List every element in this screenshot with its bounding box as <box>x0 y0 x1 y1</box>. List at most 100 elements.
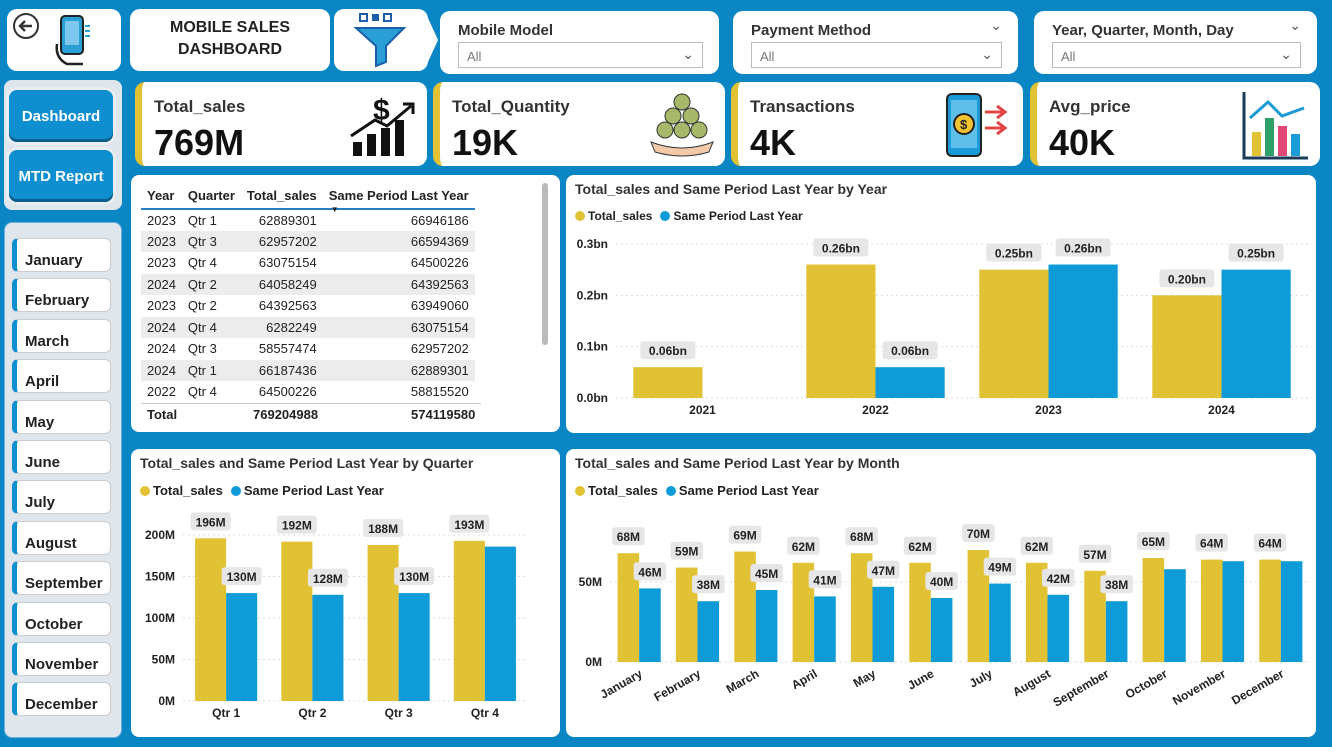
x-tick-label: Qtr 3 <box>385 706 413 720</box>
slicer-mobile-model[interactable]: Mobile Model All ⌄ <box>440 11 719 74</box>
y-tick-label: 50M <box>579 575 602 589</box>
x-tick-label: March <box>724 666 762 696</box>
data-label: 196M <box>196 515 226 529</box>
slicer-date-hierarchy[interactable]: Year, Quarter, Month, Day ⌄ All ⌄ <box>1034 11 1317 74</box>
data-label: 62M <box>908 540 931 554</box>
chevron-down-icon[interactable]: ⌄ <box>1289 17 1301 34</box>
chart-by-month-card: Total_sales and Same Period Last Year by… <box>566 449 1316 737</box>
cell-year: 2023 <box>141 230 182 252</box>
month-button-april[interactable]: April <box>12 359 111 394</box>
back-button-card[interactable] <box>7 9 121 71</box>
data-label: 0.06bn <box>891 344 929 358</box>
month-button-september[interactable]: September <box>12 561 111 596</box>
month-button-july[interactable]: July <box>12 480 111 515</box>
col-same-period-header[interactable]: Same Period Last Year ▼ <box>323 183 475 214</box>
table-row[interactable]: 2023 Qtr 3 62957202 66594369 <box>141 230 475 252</box>
total-sales-value: 769204988 <box>253 407 319 422</box>
month-button-march[interactable]: March <box>12 318 111 353</box>
cell-quarter: Qtr 3 <box>187 341 217 357</box>
data-label: 69M <box>733 529 756 543</box>
table-row[interactable]: 2023 Qtr 1 62889301 66946186 <box>141 209 475 231</box>
back-arrow-icon[interactable] <box>11 11 41 41</box>
bar-total-sales <box>806 264 876 398</box>
cell-quarter: Qtr 1 <box>181 359 241 381</box>
month-button-may[interactable]: May <box>12 399 111 434</box>
x-tick-label: July <box>967 666 995 690</box>
bar-same-period <box>1047 594 1070 662</box>
table-row[interactable]: 2024 Qtr 4 6282249 63075154 <box>141 316 475 338</box>
month-button-june[interactable]: June <box>12 440 111 474</box>
x-tick-label: 2021 <box>689 403 716 417</box>
mtd-report-button[interactable]: MTD Report <box>9 150 113 202</box>
x-tick-label: 2023 <box>1035 403 1062 417</box>
slicer-dropdown[interactable]: All ⌄ <box>458 42 703 68</box>
bar-total-sales <box>633 367 703 398</box>
dashboard-button[interactable]: Dashboard <box>9 90 113 142</box>
cell-quarter: Qtr 2 <box>187 298 217 314</box>
bar-same-period <box>872 586 895 662</box>
filter-arrow-icon <box>428 18 438 62</box>
data-label: 59M <box>675 545 698 559</box>
table-row[interactable]: 2024 Qtr 3 58557474 62957202 <box>141 338 475 360</box>
y-tick-label: 150M <box>145 570 175 584</box>
month-button-august[interactable]: August <box>12 520 111 555</box>
y-tick-label: 0M <box>585 655 602 669</box>
kpi-avg-price: Avg_price 40K <box>1030 82 1320 166</box>
chart-by-year-card: Total_sales and Same Period Last Year by… <box>566 175 1316 433</box>
slicer-dropdown[interactable]: All ⌄ <box>1052 42 1301 68</box>
table-scrollbar[interactable] <box>542 183 548 345</box>
cell-quarter: Qtr 3 <box>181 230 241 252</box>
cell-total-sales: 62889301 <box>258 212 317 228</box>
table-row[interactable]: 2023 Qtr 4 63075154 64500226 <box>141 252 475 274</box>
cell-total-sales: 6282249 <box>240 316 323 338</box>
col-quarter-header[interactable]: Quarter <box>182 183 241 209</box>
col-year-header[interactable]: Year <box>141 183 182 209</box>
data-label: 57M <box>1083 548 1106 562</box>
col-total-sales-header[interactable]: Total_sales <box>241 183 323 209</box>
month-button-january[interactable]: January <box>12 238 111 272</box>
bar-same-period <box>484 546 516 701</box>
x-tick-label: February <box>652 666 704 704</box>
x-tick-label: September <box>1051 666 1112 709</box>
month-button-november[interactable]: November <box>12 642 111 676</box>
coins-hand-icon <box>650 93 714 157</box>
chevron-down-icon: ⌄ <box>981 46 993 62</box>
sales-table: Year Quarter Total_sales Same Period Las… <box>141 183 475 403</box>
y-tick-label: 0.3bn <box>577 237 608 251</box>
cell-same-period: 63075154 <box>322 316 475 338</box>
table-header-row: Year Quarter Total_sales Same Period Las… <box>141 183 475 214</box>
slicer-payment-method[interactable]: Payment Method ⌄ All ⌄ <box>733 11 1018 74</box>
col-same-period-label: Same Period Last Year <box>328 188 469 203</box>
month-button-february[interactable]: February <box>12 278 111 313</box>
total-same-period-value: 574119580 <box>411 407 476 422</box>
cell-total-sales: 64058249 <box>240 273 323 295</box>
data-label: 0.20bn <box>1168 272 1206 286</box>
data-label: 40M <box>930 575 953 589</box>
cell-same-period: 62889301 <box>322 359 475 381</box>
data-label: 130M <box>227 570 257 584</box>
slicer-dropdown[interactable]: All ⌄ <box>751 42 1002 68</box>
table-total-row: Total 769204988 574119580 <box>141 403 481 422</box>
table-row[interactable]: 2024 Qtr 1 66187436 62889301 <box>141 359 475 381</box>
bar-same-period <box>312 594 344 701</box>
table-row[interactable]: 2022 Qtr 4 64500226 58815520 <box>141 381 475 403</box>
x-tick-label: December <box>1229 666 1287 707</box>
data-label: 70M <box>967 527 990 541</box>
cell-same-period: 64392563 <box>322 273 475 295</box>
data-label: 0.26bn <box>822 242 860 256</box>
month-button-october[interactable]: October <box>12 601 111 636</box>
x-tick-label: August <box>1010 666 1053 699</box>
month-button-december[interactable]: December <box>12 682 111 717</box>
cell-total-sales: 58557474 <box>258 341 317 357</box>
page-title-line1: MOBILE SALES <box>169 19 290 36</box>
chevron-down-icon[interactable]: ⌄ <box>990 17 1002 34</box>
filter-toggle-button[interactable] <box>334 9 428 71</box>
table-row[interactable]: 2023 Qtr 2 64392563 63949060 <box>141 295 475 317</box>
table-row[interactable]: 2024 Qtr 2 64058249 64392563 <box>141 273 475 295</box>
bar-same-period <box>1164 569 1186 662</box>
cell-total-sales: 66187436 <box>240 359 323 381</box>
slicer-title: Mobile Model <box>458 22 553 39</box>
x-tick-label: 2022 <box>862 403 889 417</box>
cell-quarter: Qtr 2 <box>181 273 241 295</box>
data-label: 45M <box>755 567 778 581</box>
